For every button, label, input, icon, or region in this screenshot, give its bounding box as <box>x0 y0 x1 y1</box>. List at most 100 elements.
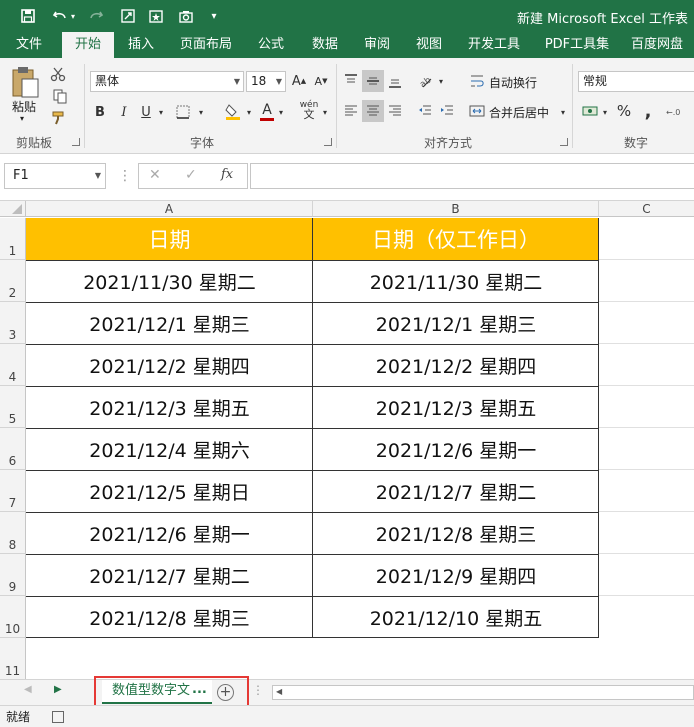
insert-function-button[interactable]: fx <box>221 167 233 182</box>
paste-icon[interactable] <box>8 64 42 100</box>
screenshot-icon[interactable] <box>118 6 138 26</box>
increase-indent-icon[interactable] <box>436 100 458 122</box>
font-color-dropdown-icon[interactable]: ▾ <box>276 102 286 122</box>
font-size-select[interactable]: 18 ▼ <box>246 71 286 92</box>
underline-button[interactable]: U <box>138 102 154 122</box>
formula-bar: F1 ▼ ⋮ ✕ ✓ fx <box>0 155 694 201</box>
shrink-font-icon[interactable]: A ▼ <box>312 71 330 91</box>
number-format-value: 常规 <box>583 74 608 88</box>
status-bar: 就绪 <box>0 705 694 727</box>
border-icon[interactable] <box>172 102 194 122</box>
name-box[interactable]: F1 ▼ <box>4 163 106 189</box>
wrap-text-button[interactable]: 自动换行 <box>489 74 537 91</box>
chevron-down-icon: ▼ <box>275 77 282 86</box>
font-launcher-icon[interactable] <box>324 138 332 146</box>
copy-icon[interactable] <box>48 86 72 106</box>
orientation-icon[interactable]: ab <box>414 70 436 92</box>
fill-color-dropdown-icon[interactable]: ▾ <box>244 102 254 122</box>
fill-color-icon[interactable] <box>222 100 244 122</box>
tab-view[interactable]: 视图 <box>406 32 452 58</box>
phonetic-button[interactable]: wén 文 <box>298 98 320 122</box>
spreadsheet-grid: A B C 1 2 3 4 5 6 7 8 9 10 11 日期 日期（仅工作日… <box>0 201 694 679</box>
grow-font-icon[interactable]: A ▲ <box>290 71 308 91</box>
macro-record-icon[interactable] <box>52 711 64 723</box>
window-title: 新建 Microsoft Excel 工作表 <box>517 12 688 27</box>
tab-pdf-tools[interactable]: PDF工具集 <box>540 32 614 58</box>
accounting-format-icon[interactable] <box>580 100 600 122</box>
tab-insert[interactable]: 插入 <box>118 32 164 58</box>
splitter-dots-icon[interactable]: ⋮ <box>118 165 132 187</box>
paste-label[interactable]: 粘贴 <box>12 98 36 115</box>
border-dropdown-icon[interactable]: ▾ <box>196 102 206 122</box>
tab-file[interactable]: 文件 <box>6 32 52 58</box>
font-color-icon[interactable]: A <box>258 100 276 122</box>
number-format-select[interactable]: 常规 <box>578 71 694 92</box>
bold-button[interactable]: B <box>92 102 108 122</box>
alignment-group-label: 对齐方式 <box>424 136 473 150</box>
tab-review[interactable]: 审阅 <box>354 32 400 58</box>
comma-style-icon[interactable]: , <box>638 100 658 122</box>
save-icon[interactable] <box>18 6 38 26</box>
font-name-value: 黑体 <box>95 74 120 88</box>
group-divider <box>336 64 337 148</box>
align-left-icon[interactable] <box>340 100 362 122</box>
svg-text:ab: ab <box>418 75 433 89</box>
horizontal-scrollbar[interactable]: ◀ <box>272 685 694 700</box>
align-right-icon[interactable] <box>384 100 406 122</box>
italic-button[interactable]: I <box>116 102 132 122</box>
font-size-value: 18 <box>251 74 267 88</box>
format-painter-icon[interactable] <box>48 108 68 128</box>
svg-text:←.0: ←.0 <box>666 108 680 117</box>
merge-center-icon[interactable] <box>468 100 486 122</box>
increase-decimal-icon[interactable]: ←.0 <box>664 100 690 122</box>
underline-dropdown-icon[interactable]: ▾ <box>156 102 166 122</box>
accounting-dropdown-icon[interactable]: ▾ <box>600 102 610 122</box>
tab-home[interactable]: 开始 <box>62 32 114 58</box>
cancel-icon[interactable]: ✕ <box>149 167 161 183</box>
scroll-left-icon[interactable]: ◀ <box>24 684 32 695</box>
undo-icon[interactable] <box>50 6 70 26</box>
ribbon-home: 粘贴 ▾ 剪贴板 黑体 ▼ 18 ▼ A ▲ A ▼ B I U ▾ ▾ ▾ A ▾ w… <box>0 58 694 154</box>
align-bottom-icon[interactable] <box>384 70 406 92</box>
orientation-dropdown-icon[interactable]: ▾ <box>436 70 446 92</box>
phonetic-dropdown-icon[interactable]: ▾ <box>320 102 330 122</box>
cut-icon[interactable] <box>48 64 68 84</box>
ribbon-tabs: 文件 开始 插入 页面布局 公式 数据 审阅 视图 开发工具 PDF工具集 百度… <box>0 32 694 58</box>
undo-dropdown-icon[interactable]: ▾ <box>68 6 78 26</box>
wrap-text-icon[interactable] <box>468 70 486 92</box>
title-bar: ▾ ▾ 新建 Microsoft Excel 工作表 <box>0 0 694 32</box>
merge-center-button[interactable]: 合并后居中 <box>489 104 549 121</box>
redo-icon[interactable] <box>86 6 106 26</box>
font-name-select[interactable]: 黑体 ▼ <box>90 71 244 92</box>
group-divider <box>84 64 85 148</box>
camera-icon[interactable] <box>176 6 196 26</box>
tab-baidu-netdisk[interactable]: 百度网盘 <box>624 32 690 58</box>
decrease-indent-icon[interactable] <box>414 100 436 122</box>
tab-formulas[interactable]: 公式 <box>248 32 294 58</box>
customize-icon[interactable]: ▾ <box>204 6 224 26</box>
align-middle-icon[interactable] <box>362 70 384 92</box>
font-group-label: 字体 <box>190 136 215 150</box>
alignment-launcher-icon[interactable] <box>560 138 568 146</box>
chevron-down-icon: ▼ <box>94 171 101 180</box>
number-group-label: 数字 <box>624 136 649 150</box>
formula-buttons: ✕ ✓ fx <box>138 163 248 189</box>
splitter-dots-icon[interactable]: ⋮ <box>252 683 264 697</box>
paste-dropdown-icon[interactable]: ▾ <box>20 114 24 123</box>
scroll-left-arrow-icon[interactable]: ◀ <box>276 687 282 696</box>
clipboard-group-label: 剪贴板 <box>16 136 53 150</box>
favorite-icon[interactable] <box>146 6 166 26</box>
enter-icon[interactable]: ✓ <box>185 167 197 183</box>
chevron-down-icon: ▼ <box>233 77 240 86</box>
formula-input[interactable] <box>250 163 694 189</box>
table-borders <box>26 218 599 638</box>
tab-data[interactable]: 数据 <box>302 32 348 58</box>
align-top-icon[interactable] <box>340 70 362 92</box>
merge-dropdown-icon[interactable]: ▾ <box>558 102 568 122</box>
align-center-icon[interactable] <box>362 100 384 122</box>
percent-button[interactable]: % <box>614 100 634 122</box>
tab-developer[interactable]: 开发工具 <box>462 32 526 58</box>
clipboard-launcher-icon[interactable] <box>72 138 80 146</box>
scroll-right-icon[interactable]: ▶ <box>54 684 62 695</box>
tab-page-layout[interactable]: 页面布局 <box>174 32 238 58</box>
